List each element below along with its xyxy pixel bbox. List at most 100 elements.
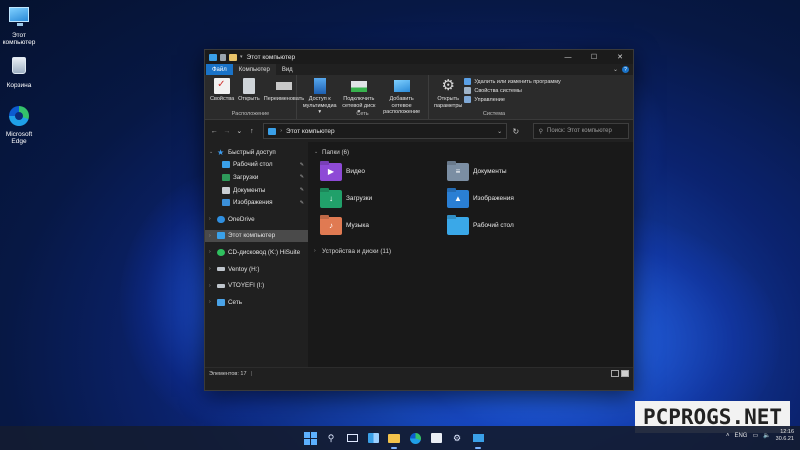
- chevron-down-icon[interactable]: ⌄: [314, 149, 322, 155]
- desktop-icon-this-pc[interactable]: Этот компьютер: [0, 4, 38, 47]
- folder-item-music[interactable]: ♪ Музыка: [320, 214, 447, 237]
- chevron-down-icon[interactable]: ⌄: [497, 128, 502, 135]
- status-bar: Элементов: 17 |: [205, 367, 633, 379]
- widgets-button[interactable]: [365, 430, 381, 446]
- expand-ribbon-icon[interactable]: ⌄: [613, 66, 618, 73]
- music-folder-icon: ♪: [320, 216, 342, 235]
- tab-file[interactable]: Файл: [206, 64, 233, 75]
- navigation-pane: ⌄ ★ Быстрый доступ Рабочий стол ✎ Загруз…: [205, 142, 308, 367]
- nav-quick-access[interactable]: ⌄ ★ Быстрый доступ: [205, 146, 308, 159]
- pictures-icon: [222, 199, 230, 207]
- tab-computer[interactable]: Компьютер: [232, 64, 276, 75]
- refresh-button[interactable]: ↻: [509, 127, 522, 136]
- up-button[interactable]: ↑: [247, 128, 258, 135]
- desktop-folder-icon: [447, 216, 469, 235]
- properties-quick-icon[interactable]: [220, 53, 226, 61]
- minimize-button[interactable]: —: [555, 50, 581, 64]
- clock[interactable]: 12:16 30.6.21: [776, 429, 794, 443]
- large-icons-view-button[interactable]: [621, 370, 629, 377]
- chevron-right-icon[interactable]: ›: [209, 266, 217, 272]
- chevron-down-icon[interactable]: ▾: [240, 54, 243, 60]
- taskbar-edge[interactable]: [407, 430, 423, 446]
- chevron-down-icon[interactable]: ⌄: [209, 149, 217, 155]
- system-tray: ˄ ENG ▭ 🔈 12:16 30.6.21: [726, 429, 794, 443]
- taskbar: ⚲ ⚙ ˄ ENG ▭ 🔈 12:16 30.6.21: [0, 426, 800, 450]
- start-button[interactable]: [302, 430, 318, 446]
- taskbar-file-explorer[interactable]: [386, 430, 402, 449]
- address-bar[interactable]: › Этот компьютер ⌄: [263, 123, 508, 139]
- usb-drive-icon: [217, 267, 225, 272]
- chevron-right-icon[interactable]: ›: [314, 248, 322, 254]
- title-bar[interactable]: ▾ Этот компьютер — ☐ ✕: [205, 50, 633, 64]
- nav-item-pictures[interactable]: Изображения ✎: [205, 196, 308, 209]
- search-icon: ⚲: [538, 128, 543, 135]
- nav-item-documents[interactable]: Документы ✎: [205, 184, 308, 197]
- recent-locations-button[interactable]: ⌄: [234, 127, 245, 135]
- language-indicator[interactable]: ENG: [734, 433, 747, 439]
- clock-date: 30.6.21: [775, 435, 794, 442]
- chevron-right-icon[interactable]: ›: [209, 216, 217, 222]
- edge-icon: [409, 432, 421, 444]
- search-input[interactable]: ⚲ Поиск: Этот компьютер: [532, 123, 629, 139]
- maximize-button[interactable]: ☐: [581, 50, 607, 64]
- folder-item-documents[interactable]: ≡ Документы: [447, 160, 574, 183]
- nav-this-pc[interactable]: › Этот компьютер: [205, 229, 308, 243]
- downloads-icon: [222, 173, 230, 181]
- uninstall-program-button[interactable]: Удалить или изменить программу: [464, 78, 561, 85]
- properties-icon: ✓: [214, 78, 231, 94]
- taskbar-store[interactable]: [428, 430, 444, 446]
- network-icon[interactable]: ▭: [752, 432, 758, 439]
- nav-network[interactable]: › Сеть: [205, 296, 308, 309]
- folder-icon: [388, 433, 400, 443]
- drives-group-header[interactable]: › Устройства и диски (11): [314, 245, 627, 257]
- item-count: Элементов: 17: [209, 370, 247, 377]
- chevron-right-icon[interactable]: ›: [209, 283, 217, 289]
- nav-item-downloads[interactable]: Загрузки ✎: [205, 171, 308, 184]
- edge-icon: [8, 106, 30, 128]
- chevron-right-icon[interactable]: ›: [209, 299, 217, 305]
- network-icon: [217, 298, 225, 306]
- breadcrumb-chevron-icon[interactable]: ›: [280, 128, 282, 134]
- folder-item-desktop[interactable]: Рабочий стол: [447, 214, 574, 237]
- chevron-right-icon[interactable]: ›: [209, 249, 217, 255]
- taskbar-this-pc[interactable]: [470, 430, 486, 449]
- nav-onedrive[interactable]: › OneDrive: [205, 213, 308, 226]
- search-button[interactable]: ⚲: [323, 430, 339, 446]
- chevron-right-icon[interactable]: ›: [209, 233, 217, 239]
- close-button[interactable]: ✕: [607, 50, 633, 64]
- search-placeholder: Поиск: Этот компьютер: [547, 128, 612, 134]
- ribbon-tabs: Файл Компьютер Вид ⌄ ?: [205, 64, 633, 75]
- forward-button[interactable]: →: [222, 128, 233, 135]
- this-pc-icon: [268, 127, 277, 135]
- help-icon[interactable]: ?: [622, 66, 629, 73]
- system-properties-button[interactable]: Свойства системы: [464, 87, 560, 94]
- ribbon-group-label: Сеть: [356, 111, 369, 117]
- this-pc-icon: [217, 232, 225, 240]
- desktop-folder-icon: [222, 161, 230, 169]
- nav-ventoy[interactable]: › Ventoy (H:): [205, 263, 308, 276]
- new-folder-quick-icon[interactable]: [229, 53, 237, 61]
- back-button[interactable]: ←: [209, 128, 220, 135]
- nav-item-desktop[interactable]: Рабочий стол ✎: [205, 159, 308, 172]
- programs-icon: [464, 78, 472, 85]
- breadcrumb-item[interactable]: Этот компьютер: [286, 128, 335, 135]
- folder-item-videos[interactable]: ▶ Видео: [320, 160, 447, 183]
- taskbar-settings[interactable]: ⚙: [449, 430, 465, 446]
- gear-icon: ⚙: [452, 432, 462, 443]
- manage-button[interactable]: Управление: [464, 96, 560, 103]
- details-view-button[interactable]: [611, 370, 619, 377]
- file-explorer-window: ▾ Этот компьютер — ☐ ✕ Файл Компьютер Ви…: [204, 49, 634, 391]
- nav-vtoyefi[interactable]: › VTOYEFI (I:): [205, 279, 308, 292]
- this-pc-icon: [209, 53, 217, 61]
- chevron-up-icon[interactable]: ˄: [726, 433, 730, 439]
- desktop-icon-edge[interactable]: Microsoft Edge: [0, 104, 38, 146]
- desktop-icon-recycle-bin[interactable]: Корзина: [0, 54, 38, 89]
- nav-cd-drive[interactable]: › CD-дисковод (K:) HiSuite: [205, 246, 308, 259]
- tab-view[interactable]: Вид: [276, 64, 299, 75]
- downloads-folder-icon: ↓: [320, 189, 342, 208]
- folders-group-header[interactable]: ⌄ Папки (6): [314, 146, 627, 158]
- folder-item-pictures[interactable]: ▲ Изображения: [447, 187, 574, 210]
- volume-icon[interactable]: 🔈: [763, 432, 770, 439]
- folder-item-downloads[interactable]: ↓ Загрузки: [320, 187, 447, 210]
- task-view-button[interactable]: [344, 430, 360, 446]
